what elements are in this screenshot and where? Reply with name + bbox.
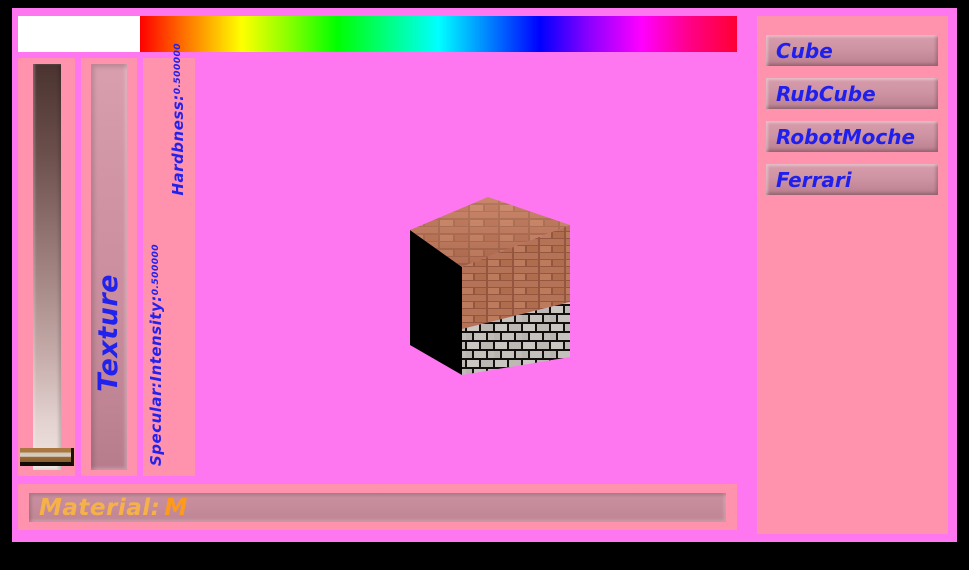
material-field[interactable]: Material: M — [29, 493, 726, 522]
object-button-label: Ferrari — [776, 167, 852, 192]
specular-intensity-label: Specular:Intensity: — [147, 295, 165, 466]
shade-slider-handle[interactable] — [19, 448, 74, 466]
textured-cube-object[interactable] — [410, 197, 570, 375]
object-button-label: Cube — [776, 38, 833, 63]
hardness-label: Hardbness: — [169, 94, 187, 196]
material-value: M — [164, 494, 188, 521]
object-button-label: RobotMoche — [776, 124, 916, 149]
material-readouts-panel: Specular:Intensity:0.500000 Hardbness:0.… — [143, 43, 195, 476]
object-button-robotmoche[interactable]: RobotMoche — [766, 121, 938, 152]
specular-intensity-readout[interactable]: Specular:Intensity:0.500000 — [147, 244, 165, 466]
3d-viewport[interactable] — [199, 58, 737, 476]
texture-slider-label: Texture — [93, 274, 124, 392]
cube-svg — [410, 197, 570, 375]
color-picker-bar — [18, 16, 737, 52]
specular-intensity-value: 0.500000 — [151, 243, 161, 296]
hue-gradient-strip[interactable] — [140, 16, 737, 52]
material-label: Material: — [39, 494, 161, 521]
shade-slider-track[interactable] — [19, 64, 74, 470]
current-color-swatch[interactable] — [18, 16, 140, 52]
object-button-rubcube[interactable]: RubCube — [766, 78, 938, 109]
object-button-cube[interactable]: Cube — [766, 35, 938, 66]
app-window: Texture Specular:Intensity:0.500000 Hard… — [0, 0, 969, 570]
object-button-label: RubCube — [776, 81, 876, 106]
material-status-bar: Material: M — [18, 484, 737, 530]
object-button-ferrari[interactable]: Ferrari — [766, 164, 938, 195]
hardness-value: 0.500000 — [173, 43, 183, 95]
object-list-panel: Cube RubCube RobotMoche Ferrari — [757, 16, 948, 534]
texture-slider-panel: Texture — [81, 58, 137, 476]
texture-slider-track[interactable]: Texture — [91, 64, 127, 470]
hardness-readout[interactable]: Hardbness:0.500000 — [169, 43, 187, 196]
shade-slider-panel — [18, 58, 75, 476]
